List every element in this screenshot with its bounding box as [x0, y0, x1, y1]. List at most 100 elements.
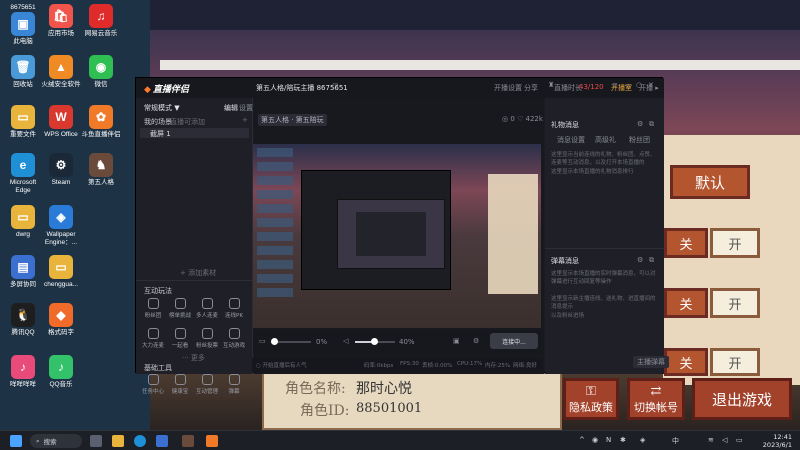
idv-taskbar-icon[interactable] [182, 435, 194, 447]
taskbar-search[interactable]: ⌕ 搜索 [30, 434, 82, 448]
game-toggle-off-1[interactable]: 关 [664, 228, 708, 258]
desktop-icon-netease[interactable]: ♫ 网易云音乐 [80, 4, 122, 38]
desktop-icon-multi[interactable]: ▤ 多屏协同 [2, 255, 44, 289]
desktop-icon-docs[interactable]: ▭ 重要文件 [2, 105, 44, 139]
speaker-icon[interactable]: ◁ [343, 337, 348, 345]
file-explorer-icon[interactable] [112, 435, 124, 447]
desktop-icon-chengguo[interactable]: ▭ chenggua... [40, 255, 82, 289]
tab-live[interactable]: 直播 [170, 117, 184, 127]
tray-app-icon[interactable]: ◉ [592, 436, 598, 444]
menu-icon[interactable]: ≡ [612, 81, 618, 89]
tray-shield-icon[interactable]: ◈ [640, 436, 645, 444]
minimize-icon[interactable]: — [624, 81, 631, 89]
desktop-icon-pc[interactable]: 8675651 ▣ 此电脑 [2, 4, 44, 46]
wifi-icon[interactable]: ≋ [708, 436, 714, 444]
tab-edit[interactable]: 编辑 [224, 103, 238, 113]
battery-icon[interactable]: ▭ [736, 436, 743, 444]
more-tools-link[interactable]: ··· 更多 [182, 353, 205, 363]
speaker-volume-knob[interactable] [371, 338, 378, 345]
tool-icon [201, 298, 213, 309]
desktop-icon-wallpaper[interactable]: ◈ Wallpaper Engine：... [40, 205, 82, 247]
tool-2-2[interactable]: 互动管理 [196, 374, 218, 395]
tool-0-0[interactable]: 粉丝团 [142, 298, 164, 319]
settings-icon[interactable]: ⚙ [473, 337, 479, 345]
desktop-icon-idv[interactable]: ♞ 第五人格 [80, 153, 122, 187]
desktop-icon-qq[interactable]: 🐧 腾讯QQ [2, 303, 44, 337]
tab-addable[interactable]: 可添加 [184, 117, 205, 127]
desktop-icon-recycle[interactable]: 🗑 回收站 [2, 55, 44, 89]
desktop-icon-edge[interactable]: e Microsoft Edge [2, 153, 44, 195]
mic-volume-slider[interactable] [271, 338, 311, 345]
ime-indicator[interactable]: 中 [672, 436, 679, 446]
tool-0-3[interactable]: 连线PK [223, 298, 245, 319]
desktop-icon-douyu[interactable]: ✿ 斗鱼直播伴侣 [80, 105, 122, 139]
desktop-icon-wps[interactable]: W WPS Office [40, 105, 82, 139]
popout-icon[interactable]: ⧉ [649, 120, 654, 129]
channel-tag[interactable]: 第五人格 · 第五陪玩 [258, 114, 327, 126]
tool-icon [174, 374, 186, 385]
game-toggle-off-2[interactable]: 关 [664, 288, 708, 318]
gift-tab-2[interactable]: 高级礼 [595, 135, 616, 145]
gear-icon[interactable]: ⚙ [637, 120, 643, 128]
windows-start-icon[interactable] [10, 435, 22, 447]
tray-bluetooth-icon[interactable]: ✱ [620, 436, 626, 444]
switch-account-button[interactable]: ⇄ 切换帐号 [627, 378, 685, 420]
share-link[interactable]: 分享 [524, 83, 538, 93]
danmaku-gear-icon[interactable]: ⚙ [637, 256, 643, 264]
tool-2-1[interactable]: 健康宝 [169, 374, 191, 395]
game-toggle-on-3[interactable]: 开 [710, 348, 760, 376]
desktop-icon-qqmusic[interactable]: ♪ QQ音乐 [40, 355, 82, 389]
mode-select[interactable]: 常规模式 ▼ [144, 103, 180, 113]
connect-button[interactable]: 连接中... [490, 333, 538, 349]
danmaku-button[interactable]: 主播弹幕 [633, 356, 669, 368]
tray-chevron-icon[interactable]: ^ [579, 436, 585, 444]
tab-settings[interactable]: 设置 [239, 103, 253, 113]
tshirt-icon[interactable]: ♜ [548, 81, 554, 89]
camera-icon[interactable]: ▭ [259, 337, 266, 345]
tool-1-1[interactable]: 一起看 [169, 328, 191, 349]
copy-icon[interactable]: ❐ [332, 83, 338, 91]
add-scene-icon[interactable]: + [242, 116, 248, 124]
douyu-taskbar-icon[interactable] [206, 435, 218, 447]
tray-app-icon-2[interactable]: N [606, 436, 611, 444]
game-toggle-off-3[interactable]: 关 [664, 348, 708, 376]
desktop-icon-huorong[interactable]: ▲ 火绒安全软件 [40, 55, 82, 89]
maximize-icon[interactable]: ○ [636, 81, 642, 89]
speaker-volume-slider[interactable] [355, 338, 395, 345]
game-toggle-on-2[interactable]: 开 [710, 288, 760, 318]
open-live-settings[interactable]: 开播设置 [494, 83, 522, 93]
game-default-button[interactable]: 默认 [670, 165, 750, 199]
close-icon[interactable]: ✕ [648, 81, 654, 89]
exit-game-button[interactable]: 退出游戏 [692, 378, 792, 420]
multiscreen-taskbar-icon[interactable] [156, 435, 168, 447]
record-icon[interactable]: ▣ [453, 337, 460, 345]
taskbar-clock[interactable]: 12:41 2023/6/1 [752, 433, 792, 449]
tool-label: 一起看 [171, 343, 189, 349]
desktop-icon-wechat[interactable]: ◉ 微信 [80, 55, 122, 89]
desktop-icon-dwrg[interactable]: ▭ dwrg [2, 205, 44, 239]
scene-item[interactable]: 截屏 1 [140, 128, 249, 138]
desktop-icon-lalala[interactable]: ♪ 咩咩咩咩 [2, 355, 44, 389]
privacy-policy-button[interactable]: ⚿ 隐私政策 [563, 378, 619, 420]
danmaku-popout-icon[interactable]: ⧉ [649, 256, 654, 265]
edge-taskbar-icon[interactable] [134, 435, 146, 447]
tool-icon [228, 374, 240, 385]
add-material-button[interactable]: + 添加素材 [180, 268, 216, 278]
tool-2-3[interactable]: 弹幕 [223, 374, 245, 395]
task-view-icon[interactable] [90, 435, 102, 447]
mic-volume-knob[interactable] [271, 338, 278, 345]
desktop-icon-steam[interactable]: ⚙ Steam [40, 153, 82, 187]
tool-1-3[interactable]: 互动游戏 [223, 328, 245, 349]
volume-icon[interactable]: ◁ [722, 436, 727, 444]
desktop-icon-lemon[interactable]: ◆ 格式码字 [40, 303, 82, 337]
tool-0-2[interactable]: 多人连麦 [196, 298, 218, 319]
gift-tab-1[interactable]: 消息设置 [557, 135, 585, 145]
gift-tab-3[interactable]: 粉丝团 [629, 135, 650, 145]
tab-my-scenes[interactable]: 我的场景 [144, 117, 172, 127]
tool-2-0[interactable]: 任务中心 [142, 374, 164, 395]
tool-1-0[interactable]: 大力连麦 [142, 328, 164, 349]
tool-0-1[interactable]: 榜单挑战 [169, 298, 191, 319]
tool-1-2[interactable]: 粉丝投票 [196, 328, 218, 349]
game-toggle-on-1[interactable]: 开 [710, 228, 760, 258]
desktop-icon-appmarket[interactable]: 🛍 应用市场 [40, 4, 82, 38]
